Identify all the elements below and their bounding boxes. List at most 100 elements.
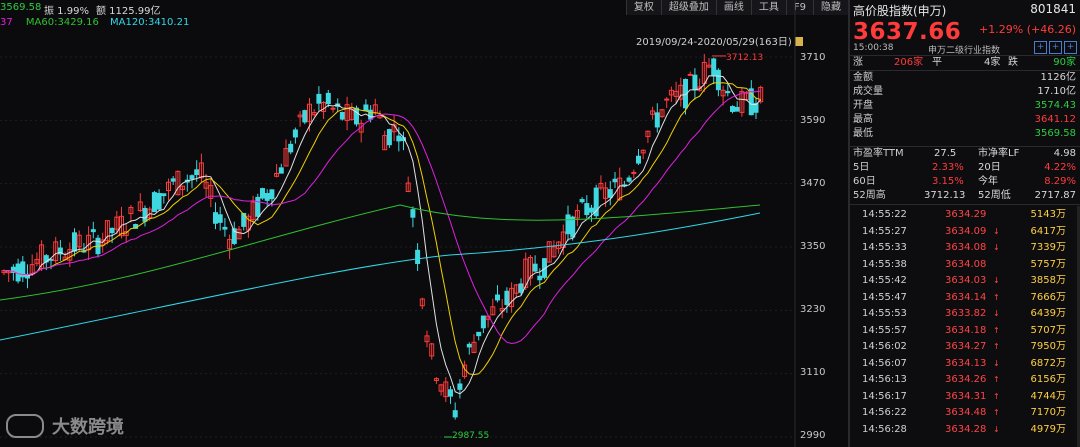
pb-value: 4.98 (1053, 148, 1076, 159)
price-change: +1.29% (+46.26) (979, 23, 1076, 36)
candle-body (292, 129, 298, 138)
d5-label: 5日 (853, 162, 870, 173)
candlestick-svg (0, 0, 796, 447)
add-icon[interactable]: + (1064, 41, 1077, 54)
down-count: 90家 (1053, 57, 1076, 68)
tick-volume: 7339万 (1030, 242, 1066, 253)
pb-label: 市净率LF (978, 148, 1020, 159)
candle-body (711, 58, 717, 77)
brand-logo-icon (6, 414, 44, 438)
tick-price: 3634.26 (945, 374, 987, 385)
candle-body (90, 229, 96, 233)
candle-body (302, 110, 308, 123)
candle-body (213, 212, 218, 224)
candle-body (142, 207, 148, 222)
tick-row: 14:56:07 3634.13 ↓ 6872万 (850, 356, 1080, 371)
ma5-line (3, 75, 762, 395)
ratio-row: 市盈率TTM 27.5 市净率LF 4.98 (850, 148, 1080, 160)
candle-body (316, 93, 322, 104)
stat-value: 1126亿 (1040, 72, 1076, 83)
watermark-text: 大数跨境 (52, 417, 124, 438)
flat-count: 4家 (984, 57, 1001, 68)
candle-body (565, 214, 571, 235)
add-icon[interactable]: + (1049, 41, 1062, 54)
tick-arrow-icon: ↑ (993, 292, 1000, 302)
y-tick-label: 2990 (800, 430, 826, 441)
candle-body (325, 92, 331, 105)
stat-label: 开盘 (853, 100, 873, 111)
candle-body (194, 169, 200, 176)
candle-body (217, 214, 223, 223)
candle-body (692, 74, 698, 91)
stat-row: 最低 3569.58 (850, 128, 1080, 140)
tick-volume: 4979万 (1030, 423, 1066, 435)
tick-arrow-icon: ↑ (993, 391, 1000, 401)
panel-buttons: + + + (1034, 41, 1077, 54)
candle-body (607, 189, 613, 198)
tick-time: 14:55:47 (862, 291, 907, 303)
stat-label: 成交量 (853, 86, 883, 97)
pe-label: 市盈率TTM (853, 148, 904, 159)
tick-volume: 4744万 (1030, 390, 1066, 402)
y-tick-label: 3710 (800, 52, 826, 63)
candle-body (579, 199, 585, 203)
l52-label: 52周低 (978, 190, 1011, 201)
divider (850, 55, 1080, 56)
market-breadth: 涨 206家 平 4家 跌 90家 (850, 57, 1080, 69)
tick-price: 3634.27 (945, 341, 987, 352)
candle-body (410, 209, 416, 218)
candle-body (730, 106, 735, 112)
tick-volume: 5757万 (1030, 258, 1066, 270)
tick-arrow-icon: ↑ (993, 325, 1000, 335)
tick-volume: 5143万 (1030, 209, 1066, 220)
tick-time: 14:56:07 (862, 357, 907, 369)
tick-row: 14:55:47 3634.14 ↑ 7666万 (850, 290, 1080, 305)
candle-body (161, 193, 167, 197)
tick-volume: 6156万 (1030, 374, 1066, 385)
ratio-row: 60日 3.15% 今年 8.29% (850, 176, 1080, 188)
candle-body (189, 175, 195, 180)
candle-body (589, 207, 594, 213)
ma10-line (3, 82, 761, 376)
ytd-label: 今年 (978, 176, 998, 187)
candle-body (518, 283, 524, 293)
tick-row: 14:55:22 3634.29 5143万 (850, 207, 1080, 222)
candle-body (264, 193, 270, 201)
y-tick-label: 3230 (800, 304, 826, 315)
candle-body (687, 73, 693, 76)
candle-body (452, 410, 458, 418)
kline-chart-area[interactable]: 3569.58 振 1.99% 额 1125.99亿 复权 超级叠加 画线 工具… (0, 0, 848, 447)
tick-time: 14:55:57 (862, 324, 907, 336)
stat-value: 3569.58 (1034, 128, 1076, 139)
candle-body (725, 91, 731, 94)
tick-time: 14:55:33 (862, 242, 907, 253)
tick-time: 14:55:42 (862, 275, 907, 286)
stat-value: 17.10亿 (1037, 86, 1076, 97)
tick-volume: 6872万 (1030, 357, 1066, 369)
stat-label: 最低 (853, 128, 873, 139)
tick-arrow-icon: ↓ (993, 276, 1000, 285)
add-icon[interactable]: + (1034, 41, 1047, 54)
tick-time: 14:55:38 (862, 258, 907, 270)
tick-row: 14:56:28 3634.28 ↓ 4979万 (850, 422, 1080, 437)
tick-price: 3634.18 (945, 324, 987, 336)
candle-body (151, 192, 157, 213)
stat-row: 成交量 17.10亿 (850, 86, 1080, 98)
tick-price: 3633.82 (945, 308, 987, 319)
quote-time: 15:00:38 (853, 43, 894, 53)
candle-body (654, 112, 660, 128)
last-price: 3637.66 (853, 19, 962, 45)
candle-body (278, 167, 284, 174)
candle-body (72, 232, 77, 252)
divider (850, 146, 1080, 147)
candle-body (109, 227, 115, 234)
candle-body (288, 143, 294, 153)
tick-row: 14:55:53 3633.82 ↓ 6439万 (850, 306, 1080, 321)
tick-arrow-icon: ↓ (993, 226, 1000, 236)
candle-body (396, 135, 402, 142)
candle-body (612, 178, 618, 183)
candle-body (260, 188, 265, 199)
tick-time: 14:56:13 (862, 374, 907, 385)
candle-body (457, 383, 463, 390)
h52-value: 3712.13 (924, 190, 966, 201)
